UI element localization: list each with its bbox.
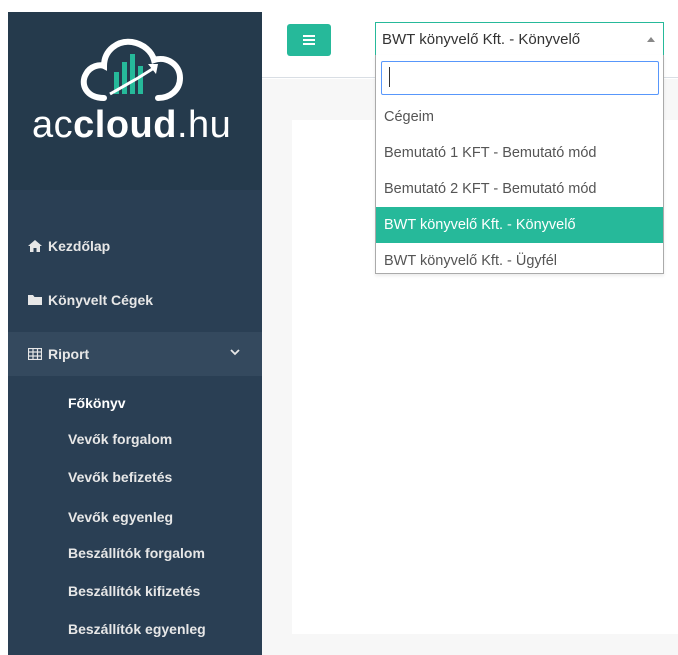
dropdown-option-highlighted[interactable]: BWT könyvelő Kft. - Könyvelő bbox=[376, 207, 663, 243]
chevron-down-icon bbox=[230, 349, 240, 356]
sub-item-beszallitok-egyenleg[interactable]: Beszállítók egyenleg bbox=[68, 621, 206, 637]
logo-bold: cloud bbox=[73, 104, 177, 146]
sub-item-vevok-egyenleg[interactable]: Vevők egyenleg bbox=[68, 509, 173, 525]
sidebar-item-kezdolap[interactable]: Kezdőlap bbox=[8, 224, 262, 268]
sidebar-item-riport[interactable]: Riport bbox=[8, 332, 262, 376]
dropdown-option[interactable]: Bemutató 1 KFT - Bemutató mód bbox=[376, 135, 663, 171]
dropdown-option[interactable]: Bemutató 2 KFT - Bemutató mód bbox=[376, 171, 663, 207]
menu-toggle-button[interactable] bbox=[287, 24, 331, 56]
folder-icon bbox=[28, 295, 42, 305]
sub-item-vevok-forgalom[interactable]: Vevők forgalom bbox=[68, 431, 172, 447]
hamburger-icon bbox=[303, 35, 315, 45]
sidebar-item-label: Kezdőlap bbox=[48, 238, 111, 254]
sidebar-item-label: Riport bbox=[48, 346, 90, 362]
sub-item-fokonyv[interactable]: Főkönyv bbox=[68, 395, 126, 411]
sidebar-item-konyvelt-cegek[interactable]: Könyvelt Cégek bbox=[8, 278, 262, 322]
table-icon bbox=[28, 348, 42, 360]
dropdown-search-input[interactable] bbox=[381, 61, 659, 95]
caret-up-icon bbox=[647, 37, 655, 42]
sidebar: accloud.hu Kezdőlap Könyvelt Cégek Ripor… bbox=[8, 12, 262, 655]
dropdown-option[interactable]: Cégeim bbox=[376, 99, 663, 135]
sub-item-beszallitok-kifizetes[interactable]: Beszállítók kifizetés bbox=[68, 583, 200, 599]
logo-text: accloud.hu bbox=[32, 104, 242, 147]
text-cursor bbox=[389, 67, 390, 87]
dropdown-option[interactable]: BWT könyvelő Kft. - Ügyfél bbox=[376, 243, 663, 279]
logo-prefix: ac bbox=[32, 104, 74, 146]
company-dropdown: Cégeim Bemutató 1 KFT - Bemutató mód Bem… bbox=[375, 55, 664, 274]
sub-item-beszallitok-forgalom[interactable]: Beszállítók forgalom bbox=[68, 545, 205, 561]
cloud-logo-icon bbox=[80, 38, 184, 101]
home-icon bbox=[28, 240, 42, 252]
company-select-value: BWT könyvelő Kft. - Könyvelő bbox=[382, 30, 581, 48]
logo-suffix: .hu bbox=[176, 104, 232, 146]
sub-item-vevok-befizetes[interactable]: Vevők befizetés bbox=[68, 469, 172, 485]
logo-area: accloud.hu bbox=[8, 12, 262, 190]
sidebar-item-label: Könyvelt Cégek bbox=[48, 292, 154, 308]
company-select[interactable]: BWT könyvelő Kft. - Könyvelő bbox=[375, 22, 664, 56]
